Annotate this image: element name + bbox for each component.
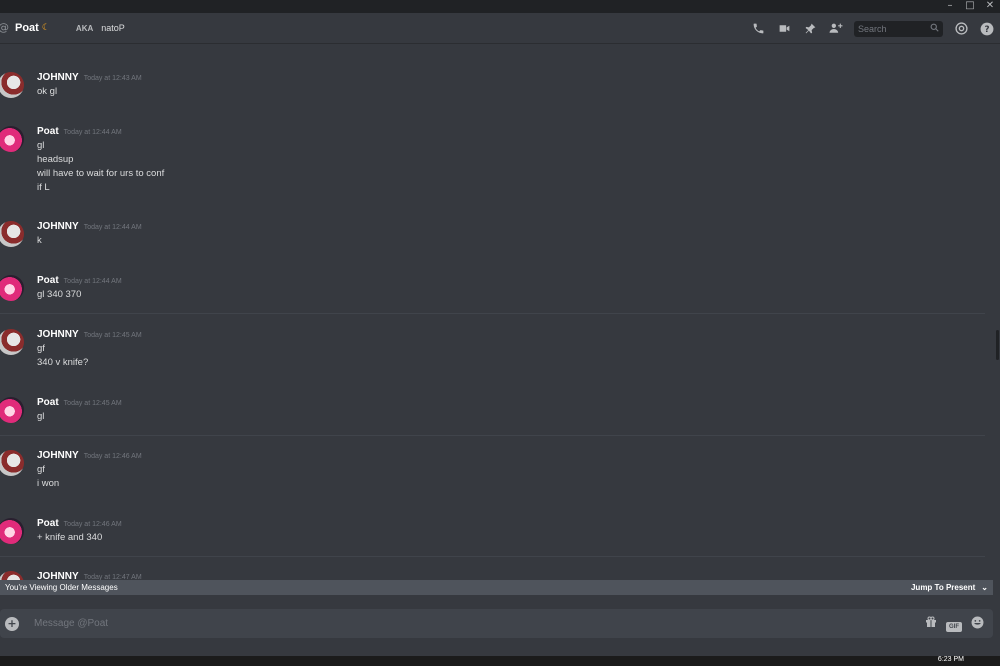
nickname-label: natoP — [101, 23, 125, 33]
gif-label: GIF — [946, 621, 962, 632]
call-icon[interactable] — [750, 21, 766, 37]
message-composer: + GIF — [0, 609, 993, 638]
maximize-button[interactable]: □ — [960, 0, 980, 13]
message-text: + knife and 340 — [37, 532, 103, 543]
search-input[interactable]: Search — [854, 20, 943, 37]
message-timestamp: Today at 12:46 AM — [83, 453, 142, 460]
message-timestamp: Today at 12:44 AM — [83, 224, 142, 231]
message-input[interactable] — [34, 618, 916, 629]
message-text: 340 v knife? — [37, 357, 89, 368]
search-icon — [930, 23, 939, 34]
message-author[interactable]: Poat Today at 12:44 AM — [37, 275, 122, 286]
message-timestamp: Today at 12:46 AM — [63, 521, 122, 528]
add-friend-icon[interactable] — [828, 21, 844, 37]
pin-icon[interactable] — [802, 21, 818, 37]
taskbar: 6:23 PM — [0, 656, 1000, 666]
minimize-button[interactable]: – — [940, 0, 960, 13]
message-author[interactable]: Poat Today at 12:46 AM — [37, 518, 122, 529]
gif-button[interactable]: GIF — [946, 617, 962, 632]
upload-plus-icon[interactable]: + — [5, 616, 19, 631]
video-icon[interactable] — [776, 21, 792, 37]
message-author[interactable]: Poat Today at 12:45 AM — [37, 397, 122, 408]
message-divider — [0, 556, 985, 557]
jump-to-present-button[interactable]: Jump To Present ⌄ — [911, 583, 988, 592]
emoji-icon[interactable] — [971, 616, 984, 632]
message-author[interactable]: JOHNNY Today at 12:44 AM — [37, 221, 142, 232]
message-text: if L — [37, 182, 50, 193]
window-controls: – □ ✕ — [940, 0, 1000, 13]
message-text: headsup — [37, 154, 74, 165]
message-author[interactable]: JOHNNY Today at 12:43 AM — [37, 72, 142, 83]
at-icon: @ — [0, 22, 10, 34]
help-icon[interactable]: ? — [979, 21, 995, 37]
avatar[interactable] — [0, 450, 24, 476]
mention-icon[interactable] — [953, 21, 969, 37]
older-messages-bar: You're Viewing Older Messages Jump To Pr… — [0, 580, 993, 595]
aka-label: AKA — [75, 23, 94, 33]
message-author[interactable]: JOHNNY Today at 12:45 AM — [37, 329, 142, 340]
jump-to-present-label: Jump To Present — [910, 583, 976, 592]
avatar[interactable] — [0, 275, 24, 301]
message-timestamp: Today at 12:45 AM — [63, 400, 122, 407]
channel-header: @ Poat ☾ AKA natoP Search ? — [0, 13, 1000, 44]
svg-text:?: ? — [984, 24, 989, 34]
avatar[interactable] — [0, 221, 24, 247]
avatar[interactable] — [0, 72, 24, 98]
dm-username[interactable]: Poat — [15, 22, 39, 34]
message-divider — [0, 435, 985, 436]
message-text: ok gl — [37, 86, 58, 97]
avatar[interactable] — [0, 329, 24, 355]
avatar[interactable] — [0, 126, 24, 152]
message-text: gf — [37, 343, 45, 354]
message-text: k — [37, 235, 42, 246]
message-text: gl — [37, 140, 45, 151]
message-timestamp: Today at 12:45 AM — [83, 332, 142, 339]
taskbar-clock: 6:23 PM — [937, 656, 964, 663]
moon-idle-icon: ☾ — [41, 23, 50, 33]
message-text: gl — [37, 411, 45, 422]
avatar[interactable] — [0, 518, 24, 544]
message-timestamp: Today at 12:43 AM — [83, 75, 142, 82]
older-messages-text: You're Viewing Older Messages — [5, 583, 118, 592]
message-text: gl 340 370 — [37, 289, 82, 300]
window-titlebar: – □ ✕ — [0, 0, 1000, 13]
message-divider — [0, 313, 985, 314]
header-toolbar: Search ? — [740, 13, 1000, 44]
message-author[interactable]: JOHNNY Today at 12:46 AM — [37, 450, 142, 461]
message-text: will have to wait for urs to conf — [37, 168, 165, 179]
message-text: gf — [37, 464, 45, 475]
message-timestamp: Today at 12:44 AM — [63, 278, 122, 285]
chevron-down-icon: ⌄ — [981, 583, 988, 592]
message-author[interactable]: Poat Today at 12:44 AM — [37, 126, 122, 137]
message-timestamp: Today at 12:44 AM — [63, 129, 122, 136]
close-button[interactable]: ✕ — [980, 0, 1000, 13]
gift-icon[interactable] — [925, 616, 937, 631]
message-text: i won — [37, 478, 60, 489]
avatar[interactable] — [0, 397, 24, 423]
search-placeholder: Search — [858, 23, 887, 34]
scrollbar-thumb[interactable] — [996, 330, 999, 360]
message-list[interactable]: JOHNNY Today at 12:43 AM ok gl Poat Today … — [0, 45, 1000, 581]
